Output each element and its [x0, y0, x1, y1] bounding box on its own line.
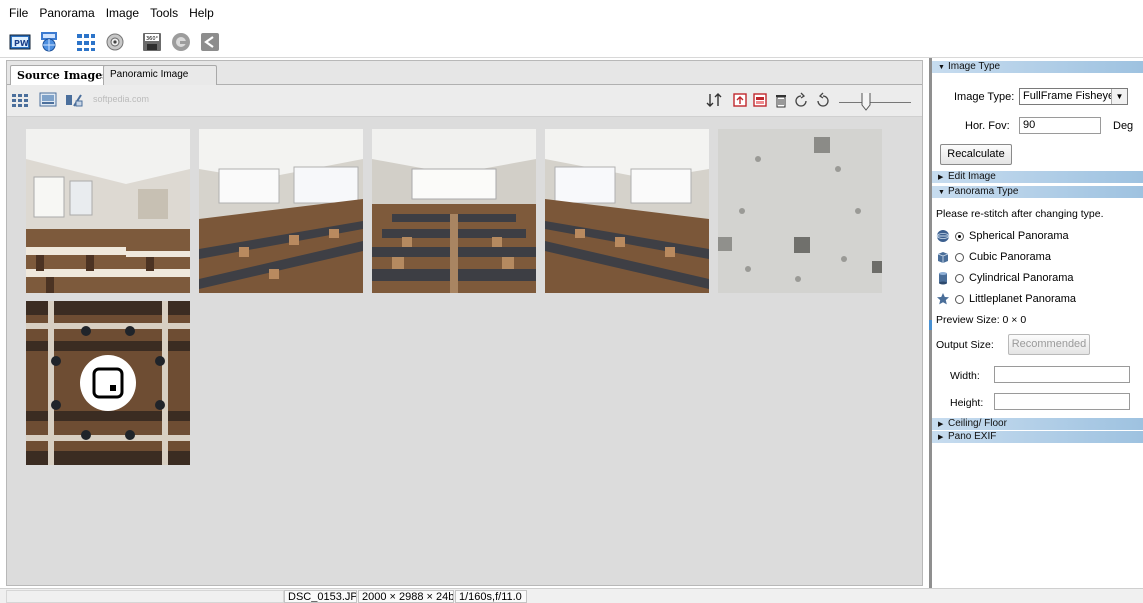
- cylinder-icon: [936, 271, 950, 285]
- height-input[interactable]: [994, 393, 1130, 410]
- menu-bar: File Panorama Image Tools Help: [0, 0, 1143, 26]
- collapsed-arrow-icon: ▶: [938, 174, 944, 181]
- select-overlay-icon[interactable]: [80, 355, 136, 411]
- recalculate-button[interactable]: Recalculate: [940, 144, 1012, 165]
- preview-size-text: Preview Size: 0 × 0: [936, 314, 1027, 326]
- thumbnail-grid: [7, 118, 922, 585]
- zoom-out-icon[interactable]: [169, 30, 193, 54]
- radio-cubic[interactable]: [955, 252, 964, 262]
- image-list-icon[interactable]: [39, 92, 57, 108]
- panel-resize-handle[interactable]: [929, 320, 932, 330]
- save-360-icon[interactable]: 360°: [140, 30, 164, 54]
- status-empty: [6, 590, 284, 603]
- source-image-thumbnail[interactable]: [718, 129, 882, 293]
- source-images-panel: Source Images Panoramic Image softpedia.…: [6, 60, 923, 586]
- section-ceiling-floor[interactable]: ▶ Ceiling/ Floor: [932, 418, 1143, 430]
- grid-view-icon[interactable]: [11, 92, 29, 108]
- pw-project-icon[interactable]: PW: [8, 30, 32, 54]
- radio-spherical[interactable]: [955, 231, 964, 241]
- tab-source-images[interactable]: Source Images: [10, 65, 116, 86]
- rotate-ccw-icon[interactable]: [793, 92, 811, 108]
- radio-littleplanet[interactable]: [955, 294, 964, 304]
- recommended-button[interactable]: Recommended: [1008, 334, 1090, 355]
- properties-panel: ▼ Image Type Image Type: FullFrame Fishey…: [929, 58, 1143, 588]
- pano-type-littleplanet[interactable]: Littleplanet Panorama: [936, 291, 1076, 307]
- pano-type-cylindrical[interactable]: Cylindrical Panorama: [936, 270, 1074, 286]
- image-type-select[interactable]: FullFrame Fisheye ▼: [1019, 88, 1128, 105]
- star-icon: [936, 292, 950, 306]
- output-size-label: Output Size:: [936, 339, 994, 351]
- share-icon[interactable]: [198, 30, 222, 54]
- section-pano-exif[interactable]: ▶ Pano EXIF: [932, 431, 1143, 443]
- edit-tags-icon[interactable]: [65, 92, 83, 108]
- expanded-arrow-icon: ▼: [938, 64, 945, 71]
- expanded-arrow-icon: ▼: [938, 189, 945, 196]
- stitch-grid-icon[interactable]: [74, 30, 98, 54]
- hor-fov-label: Hor. Fov:: [965, 120, 1010, 132]
- status-exposure: 1/160s,f/11.0: [455, 590, 527, 603]
- globe-download-icon[interactable]: [37, 30, 61, 54]
- source-image-thumbnail-selected[interactable]: [26, 301, 190, 465]
- svg-text:360°: 360°: [146, 36, 159, 42]
- menu-file[interactable]: File: [9, 6, 28, 20]
- cube-icon: [936, 250, 950, 264]
- source-image-thumbnail[interactable]: [26, 129, 190, 293]
- width-input[interactable]: [994, 366, 1130, 383]
- svg-text:PW: PW: [14, 39, 29, 48]
- radio-cylindrical[interactable]: [955, 273, 964, 283]
- source-image-thumbnail[interactable]: [199, 129, 363, 293]
- menu-image[interactable]: Image: [106, 6, 139, 20]
- source-image-thumbnail[interactable]: [372, 129, 536, 293]
- sphere-icon: [936, 229, 950, 243]
- zoom-slider[interactable]: [839, 93, 911, 111]
- status-dimensions: 2000 × 2988 × 24b: [358, 590, 454, 603]
- delete-image-icon[interactable]: [772, 92, 790, 108]
- collapsed-arrow-icon: ▶: [938, 434, 944, 441]
- collapsed-arrow-icon: ▶: [938, 421, 944, 428]
- pano-type-cubic[interactable]: Cubic Panorama: [936, 249, 1051, 265]
- import-image-icon[interactable]: [751, 92, 769, 108]
- section-edit-image[interactable]: ▶ Edit Image: [932, 171, 1143, 183]
- hor-fov-unit: Deg: [1113, 120, 1134, 132]
- status-filename: DSC_0153.JPG: [284, 590, 357, 603]
- chevron-down-icon[interactable]: ▼: [1111, 89, 1127, 104]
- section-panorama-type[interactable]: ▼ Panorama Type: [932, 186, 1143, 198]
- image-tabs: Source Images Panoramic Image: [7, 61, 922, 86]
- hor-fov-input[interactable]: 90: [1019, 117, 1101, 134]
- image-type-label: Image Type:: [954, 91, 1015, 103]
- status-bar: DSC_0153.JPG 2000 × 2988 × 24b 1/160s,f/…: [0, 588, 1143, 603]
- image-toolbar: softpedia.com: [7, 85, 922, 117]
- source-image-thumbnail[interactable]: [545, 129, 709, 293]
- sort-icon[interactable]: [705, 92, 723, 108]
- restitch-note: Please re-stitch after changing type.: [936, 208, 1104, 220]
- add-image-icon[interactable]: [731, 92, 749, 108]
- rotate-cw-icon[interactable]: [813, 92, 831, 108]
- main-toolbar: PW 360°: [0, 26, 1143, 58]
- watermark-text: softpedia.com: [93, 94, 150, 104]
- menu-panorama[interactable]: Panorama: [39, 6, 94, 20]
- pano-type-spherical[interactable]: Spherical Panorama: [936, 228, 1069, 244]
- menu-tools[interactable]: Tools: [150, 6, 178, 20]
- tab-panoramic-image[interactable]: Panoramic Image: [103, 65, 217, 85]
- zoom-slider-knob[interactable]: [861, 93, 871, 111]
- menu-help[interactable]: Help: [189, 6, 214, 20]
- preview-eye-icon[interactable]: [103, 30, 127, 54]
- height-label: Height:: [950, 397, 984, 409]
- section-image-type[interactable]: ▼ Image Type: [932, 61, 1143, 73]
- width-label: Width:: [950, 370, 980, 382]
